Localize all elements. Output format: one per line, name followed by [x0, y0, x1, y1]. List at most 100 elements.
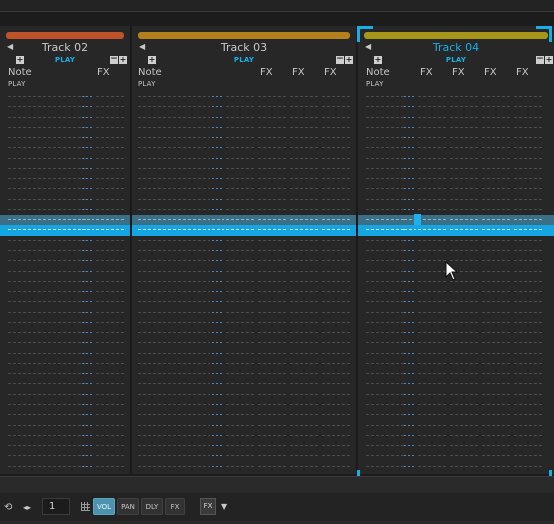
empty-cell[interactable] — [226, 414, 254, 416]
empty-cell[interactable] — [82, 239, 94, 241]
pattern-row[interactable] — [358, 154, 554, 164]
pattern-row[interactable] — [358, 379, 554, 389]
empty-cell[interactable] — [418, 311, 446, 313]
empty-cell[interactable] — [96, 178, 124, 180]
empty-cell[interactable] — [404, 106, 416, 108]
empty-cell[interactable] — [482, 383, 510, 385]
empty-cell[interactable] — [322, 434, 350, 436]
empty-cell[interactable] — [450, 219, 478, 221]
empty-cell[interactable] — [450, 208, 478, 210]
empty-cell[interactable] — [514, 301, 542, 303]
empty-cell[interactable] — [514, 280, 542, 282]
empty-cell[interactable] — [138, 126, 210, 128]
empty-cell[interactable] — [514, 424, 542, 426]
empty-cell[interactable] — [212, 137, 224, 139]
empty-cell[interactable] — [514, 270, 542, 272]
empty-cell[interactable] — [8, 332, 86, 334]
empty-cell[interactable] — [404, 249, 416, 251]
empty-cell[interactable] — [482, 445, 510, 447]
empty-cell[interactable] — [290, 332, 318, 334]
pattern-row[interactable] — [132, 451, 356, 461]
dly-chip[interactable]: DLY — [141, 498, 163, 515]
empty-cell[interactable] — [404, 188, 416, 190]
empty-cell[interactable] — [138, 260, 210, 262]
empty-cell[interactable] — [366, 198, 406, 200]
pattern-rows[interactable] — [358, 92, 554, 474]
empty-cell[interactable] — [96, 301, 124, 303]
empty-cell[interactable] — [418, 280, 446, 282]
empty-cell[interactable] — [96, 280, 124, 282]
pattern-row[interactable] — [0, 297, 130, 307]
empty-cell[interactable] — [8, 280, 86, 282]
pattern-row[interactable] — [0, 102, 130, 112]
empty-cell[interactable] — [82, 465, 94, 467]
empty-cell[interactable] — [366, 434, 406, 436]
empty-cell[interactable] — [514, 455, 542, 457]
empty-cell[interactable] — [450, 116, 478, 118]
pattern-row[interactable] — [132, 421, 356, 431]
empty-cell[interactable] — [96, 260, 124, 262]
empty-cell[interactable] — [290, 96, 318, 97]
track-column-02[interactable]: ◀ Track 02 + PLAY − + Note PLAY FX — [0, 26, 131, 474]
empty-cell[interactable] — [404, 393, 416, 395]
empty-cell[interactable] — [482, 342, 510, 344]
pattern-row[interactable] — [132, 133, 356, 143]
empty-cell[interactable] — [482, 301, 510, 303]
pattern-row[interactable] — [132, 113, 356, 123]
track-color-bar[interactable] — [6, 32, 124, 39]
empty-cell[interactable] — [418, 352, 446, 354]
empty-cell[interactable] — [138, 208, 210, 210]
empty-cell[interactable] — [404, 157, 416, 159]
empty-cell[interactable] — [418, 157, 446, 159]
track-column-03[interactable]: ◀ Track 03 + PLAY − + Note PLAY FX FX FX — [132, 26, 357, 474]
empty-cell[interactable] — [138, 219, 210, 221]
pattern-row[interactable] — [0, 205, 130, 215]
pattern-row[interactable] — [358, 102, 554, 112]
pattern-row[interactable] — [132, 338, 356, 348]
empty-cell[interactable] — [8, 157, 86, 159]
empty-cell[interactable] — [322, 362, 350, 364]
empty-cell[interactable] — [322, 465, 350, 467]
empty-cell[interactable] — [514, 198, 542, 200]
pattern-row[interactable] — [358, 205, 554, 215]
empty-cell[interactable] — [366, 362, 406, 364]
empty-cell[interactable] — [322, 301, 350, 303]
track-column-04[interactable]: ◀ Track 04 + PLAY − + Note PLAY FX FX FX… — [358, 26, 554, 474]
pattern-row[interactable] — [132, 256, 356, 266]
empty-cell[interactable] — [82, 373, 94, 375]
empty-cell[interactable] — [366, 96, 406, 97]
empty-cell[interactable] — [226, 445, 254, 447]
empty-cell[interactable] — [450, 403, 478, 405]
empty-cell[interactable] — [212, 373, 224, 375]
empty-cell[interactable] — [8, 321, 86, 323]
empty-cell[interactable] — [8, 188, 86, 190]
empty-cell[interactable] — [366, 455, 406, 457]
pattern-row[interactable] — [358, 308, 554, 318]
empty-cell[interactable] — [322, 188, 350, 190]
empty-cell[interactable] — [96, 352, 124, 354]
empty-cell[interactable] — [418, 229, 446, 231]
empty-cell[interactable] — [96, 465, 124, 467]
empty-cell[interactable] — [212, 167, 224, 169]
empty-cell[interactable] — [322, 260, 350, 262]
empty-cell[interactable] — [482, 270, 510, 272]
empty-cell[interactable] — [8, 393, 86, 395]
pattern-row[interactable] — [358, 451, 554, 461]
empty-cell[interactable] — [482, 434, 510, 436]
empty-cell[interactable] — [8, 301, 86, 303]
empty-cell[interactable] — [404, 373, 416, 375]
empty-cell[interactable] — [82, 137, 94, 139]
pattern-row[interactable] — [0, 308, 130, 318]
empty-cell[interactable] — [322, 198, 350, 200]
empty-cell[interactable] — [8, 219, 86, 221]
empty-cell[interactable] — [290, 414, 318, 416]
empty-cell[interactable] — [82, 393, 94, 395]
empty-cell[interactable] — [212, 321, 224, 323]
empty-cell[interactable] — [366, 332, 406, 334]
track-color-bar[interactable] — [138, 32, 350, 39]
empty-cell[interactable] — [322, 167, 350, 169]
empty-cell[interactable] — [322, 414, 350, 416]
pattern-row[interactable] — [0, 390, 130, 400]
empty-cell[interactable] — [482, 403, 510, 405]
pattern-row[interactable] — [0, 246, 130, 256]
